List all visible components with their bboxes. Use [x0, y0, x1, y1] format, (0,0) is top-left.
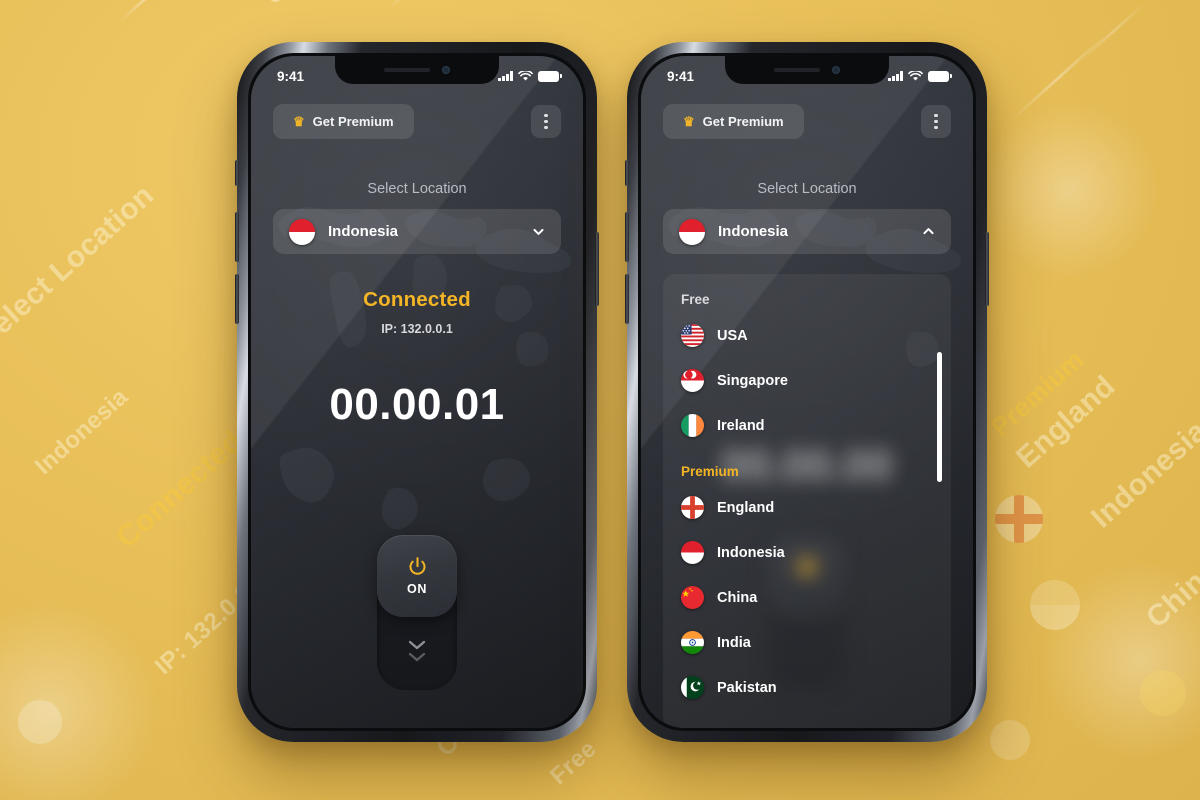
bg-glow: [980, 100, 1160, 280]
get-premium-button[interactable]: ♛ Get Premium: [273, 104, 414, 139]
watermark-connected: Connected: [110, 424, 250, 555]
signal-bars-icon: [498, 71, 513, 81]
kebab-menu-icon[interactable]: [531, 105, 561, 138]
status-time: 9:41: [667, 68, 695, 84]
session-timer: 00.00.01: [329, 380, 505, 429]
top-bar: ♛ Get Premium: [251, 96, 583, 139]
volume-down-button[interactable]: [235, 274, 239, 324]
top-bar: ♛ Get Premium: [641, 96, 973, 139]
volume-up-button[interactable]: [625, 212, 629, 262]
chevron-down-icon: [533, 228, 544, 235]
earpiece-speaker: [384, 68, 430, 72]
power-slider-track[interactable]: ON: [377, 535, 457, 690]
power-side-button[interactable]: [985, 232, 989, 306]
indonesia-flag-icon: [289, 218, 315, 245]
power-state-label: ON: [407, 582, 427, 596]
country-dropdown-collapsed[interactable]: Indonesia: [273, 209, 561, 254]
watermark-free: Free: [545, 735, 602, 791]
connection-status-block: Connected IP: 132.0.0.1: [251, 288, 583, 336]
phone-mockup-connected: 9:41 ♛ Get Premium Select Location Indon…: [235, 42, 599, 742]
watermark-flag-icon: [18, 700, 62, 744]
notch: [725, 56, 889, 84]
volume-up-button[interactable]: [235, 212, 239, 262]
silent-switch[interactable]: [235, 160, 239, 186]
screen-connected: 9:41 ♛ Get Premium Select Location Indon…: [251, 56, 583, 728]
kebab-menu-icon[interactable]: [921, 105, 951, 138]
watermark-flag-icon: [1140, 670, 1186, 716]
watermark-select-location: Select Location: [0, 178, 161, 355]
earpiece-speaker: [774, 68, 820, 72]
ip-address-label: IP: 132.0.0.1: [381, 322, 453, 336]
select-location-label: Select Location: [367, 181, 467, 197]
status-time: 9:41: [277, 68, 305, 84]
volume-down-button[interactable]: [625, 274, 629, 324]
notch: [335, 56, 499, 84]
indonesia-flag-icon: [679, 218, 705, 245]
signal-bars-icon: [888, 71, 903, 81]
get-premium-label: Get Premium: [702, 114, 784, 129]
watermark-get-premium: Get Premium: [260, 0, 392, 11]
get-premium-button[interactable]: ♛ Get Premium: [663, 104, 804, 139]
front-camera: [832, 66, 840, 74]
bg-streak: [118, 0, 188, 23]
bg-streak: [1078, 0, 1148, 63]
watermark-england-flag-icon: [995, 495, 1043, 543]
power-side-button[interactable]: [595, 232, 599, 306]
wifi-icon: [908, 70, 923, 81]
select-location-label: Select Location: [757, 181, 857, 197]
phone-mockup-location-list: 00.00.00 9:41 ♛ Get Premium Select Locat…: [625, 42, 989, 742]
selected-country-label: Indonesia: [718, 223, 789, 240]
status-badge: Connected: [363, 288, 471, 311]
screen-location-list: 00.00.00 9:41 ♛ Get Premium Select Locat…: [641, 56, 973, 728]
watermark-00-00-00: 00.00.00: [700, 0, 811, 3]
watermark-flag-icon: [990, 720, 1030, 760]
watermark-get-premium: Get Premium: [560, 0, 692, 1]
power-toggle-button[interactable]: ON: [377, 535, 457, 617]
crown-icon: ♛: [683, 114, 695, 129]
get-premium-label: Get Premium: [312, 114, 394, 129]
bg-streak: [388, 0, 444, 9]
wifi-icon: [518, 70, 533, 81]
watermark-indonesia: Indonesia: [30, 383, 134, 481]
bg-glow: [0, 600, 160, 800]
crown-icon: ♛: [293, 114, 305, 129]
chevron-up-icon: [923, 228, 934, 235]
background-layer: Select Location Indonesia Connected IP: …: [0, 0, 1200, 800]
selected-country-label: Indonesia: [328, 223, 399, 240]
watermark-indonesia-flag-icon: [1030, 580, 1080, 630]
watermark-indonesia: Indonesia: [1085, 414, 1200, 535]
power-icon: [409, 557, 425, 575]
front-camera: [442, 66, 450, 74]
battery-icon: [928, 70, 952, 82]
battery-icon: [538, 70, 562, 82]
country-dropdown-expanded[interactable]: Indonesia: [663, 209, 951, 254]
silent-switch[interactable]: [625, 160, 629, 186]
double-chevron-down-icon[interactable]: [407, 639, 427, 662]
